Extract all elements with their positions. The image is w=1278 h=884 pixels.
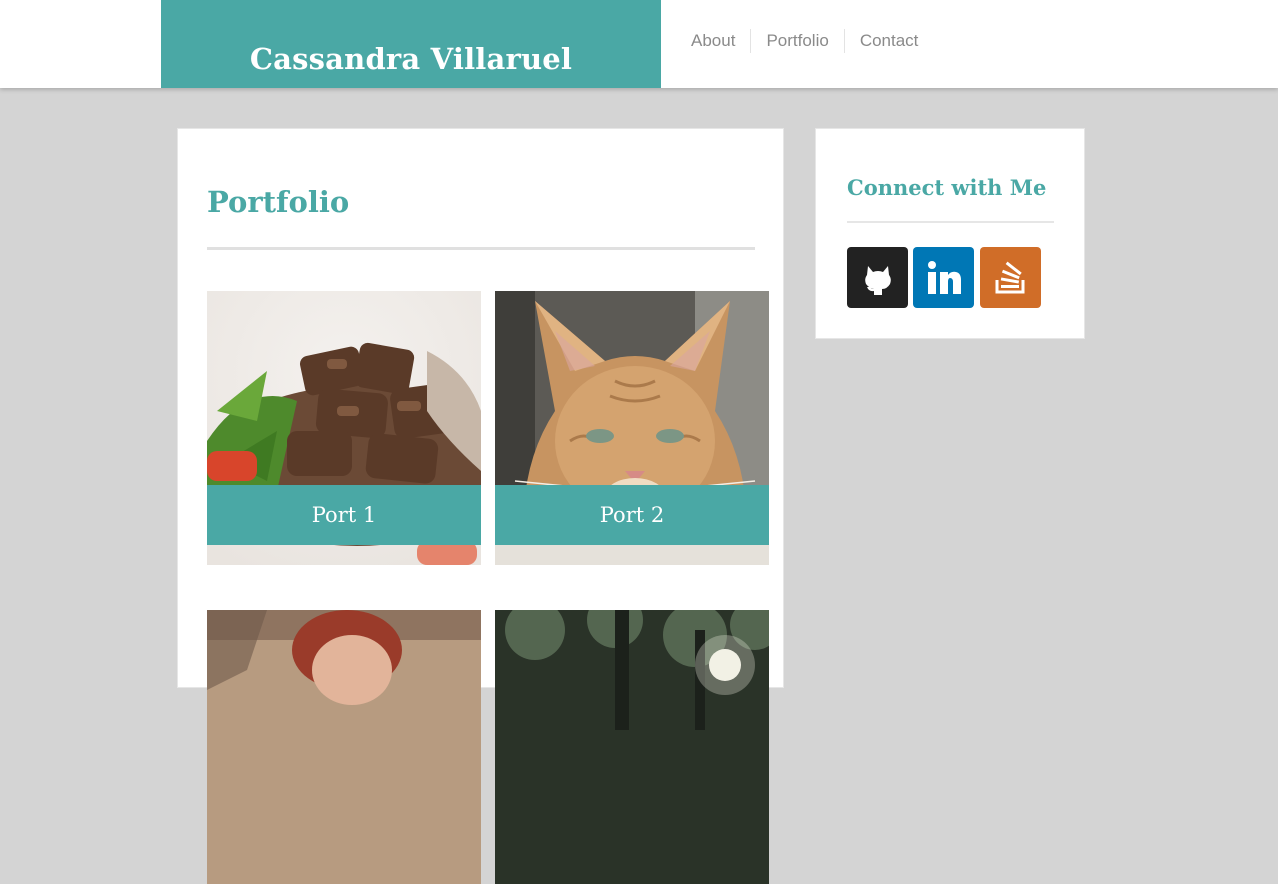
heading-divider <box>207 247 755 250</box>
connect-divider <box>847 221 1054 223</box>
tree-canopy-photo <box>495 610 769 884</box>
linkedin-icon <box>927 260 961 294</box>
tile-caption[interactable]: Port 2 <box>495 485 769 545</box>
portfolio-tile-4[interactable] <box>495 610 769 884</box>
stackoverflow-icon <box>995 261 1024 293</box>
site-title[interactable]: Cassandra Villaruel <box>250 42 572 76</box>
nav-contact-link[interactable]: Contact <box>843 29 934 53</box>
site-brand[interactable]: Cassandra Villaruel <box>161 0 661 88</box>
portfolio-tile-3[interactable] <box>207 610 481 884</box>
page-title: Portfolio <box>207 185 350 219</box>
connect-card: Connect with Me <box>815 128 1085 339</box>
github-link[interactable] <box>847 247 908 308</box>
woman-portrait-photo <box>207 610 481 884</box>
main-nav: About Portfolio Contact <box>676 28 933 54</box>
nav-portfolio-link[interactable]: Portfolio <box>750 29 843 53</box>
github-icon <box>864 265 891 295</box>
portfolio-card: Portfolio Port 1 Port 2 <box>177 128 784 884</box>
portfolio-tile-2[interactable]: Port 2 <box>495 291 769 565</box>
nav-about-link[interactable]: About <box>676 29 750 53</box>
linkedin-link[interactable] <box>913 247 974 308</box>
connect-heading: Connect with Me <box>847 175 1047 200</box>
stackoverflow-link[interactable] <box>980 247 1041 308</box>
site-header: Cassandra Villaruel About Portfolio Cont… <box>0 0 1278 88</box>
tile-caption[interactable]: Port 1 <box>207 485 481 545</box>
portfolio-tile-1[interactable]: Port 1 <box>207 291 481 565</box>
